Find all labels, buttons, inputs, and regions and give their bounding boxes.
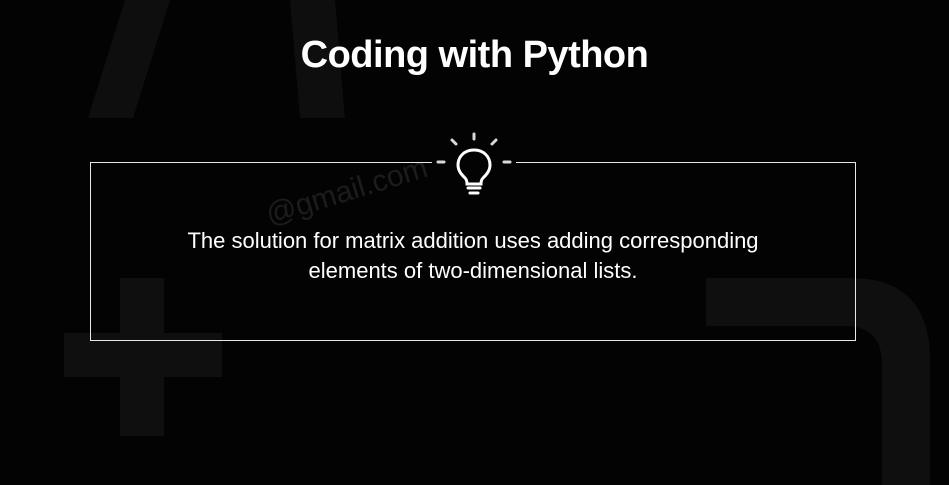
lightbulb-icon	[432, 130, 516, 202]
page-title: Coding with Python	[300, 34, 649, 76]
tip-text-line-1: The solution for matrix addition uses ad…	[187, 228, 759, 253]
tip-text-line-2: elements of two-dimensional lists.	[308, 258, 638, 283]
tip-text: The solution for matrix addition uses ad…	[90, 226, 856, 286]
